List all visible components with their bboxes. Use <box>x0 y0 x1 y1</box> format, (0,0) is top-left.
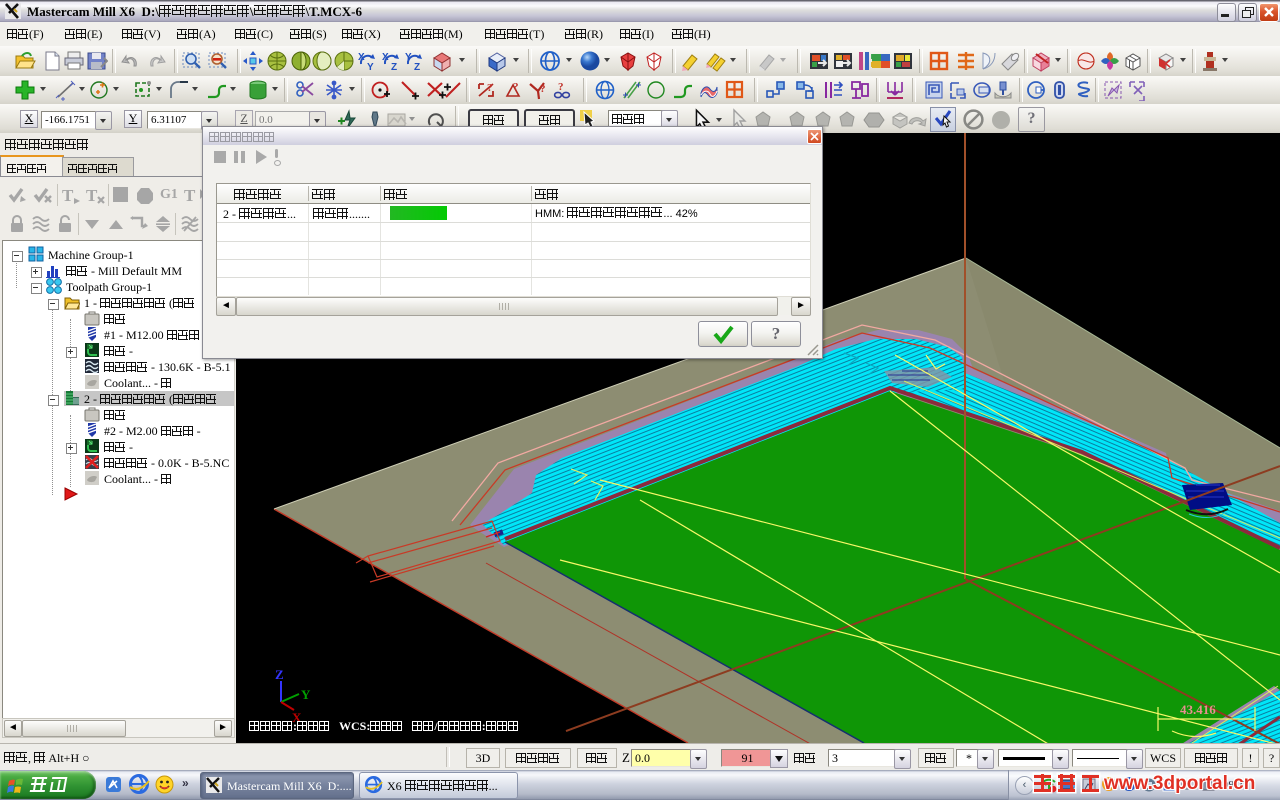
svg-text:?: ? <box>540 83 546 95</box>
svg-text:43.416: 43.416 <box>1180 702 1216 717</box>
svg-text:Y: Y <box>367 62 374 72</box>
svg-text:?: ? <box>487 82 493 94</box>
svg-text:Z: Z <box>414 62 420 72</box>
svg-text:T: T <box>86 186 98 204</box>
svg-text:?: ? <box>558 81 564 93</box>
svg-text:T: T <box>62 186 74 204</box>
svg-text:Y: Y <box>301 687 311 702</box>
svg-text:?: ? <box>513 81 519 93</box>
svg-text:T: T <box>184 186 196 204</box>
svg-text:Z: Z <box>391 62 397 72</box>
svg-text:Z: Z <box>275 667 284 682</box>
